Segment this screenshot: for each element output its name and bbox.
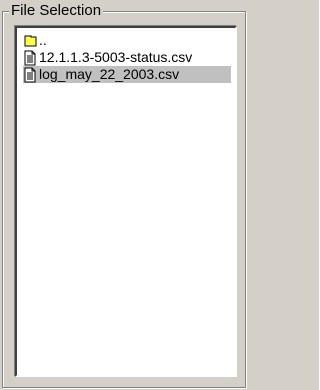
list-item-label: 12.1.1.3-5003-status.csv [39, 49, 193, 65]
file-icon [23, 67, 37, 83]
list-item-label: .. [39, 32, 47, 48]
file-icon [23, 50, 37, 66]
list-item-file[interactable]: 12.1.1.3-5003-status.csv [23, 49, 231, 66]
file-list-box[interactable]: .. 12.1.1.3-5003-status.csv log_may_22_2… [15, 26, 237, 377]
list-item-file-selected[interactable]: log_may_22_2003.csv [23, 66, 231, 83]
file-selection-title: File Selection [9, 2, 104, 20]
folder-icon [23, 33, 37, 49]
file-list: .. 12.1.1.3-5003-status.csv log_may_22_2… [23, 32, 231, 83]
list-item-parent-folder[interactable]: .. [23, 32, 231, 49]
list-item-label: log_may_22_2003.csv [39, 66, 180, 82]
